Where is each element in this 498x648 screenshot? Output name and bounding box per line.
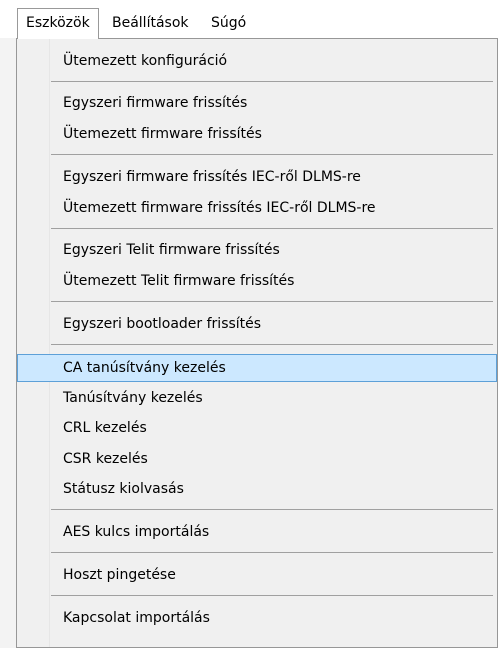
menu-item-csr-management[interactable]: CSR kezelés <box>17 445 497 473</box>
menu-item-scheduled-telit-firmware[interactable]: Ütemezett Telit firmware frissítés <box>17 267 497 295</box>
background-window-edge <box>0 38 17 648</box>
menu-separator <box>51 344 493 345</box>
menu-item-scheduled-firmware-update[interactable]: Ütemezett firmware frissítés <box>17 120 497 148</box>
menu-item-single-firmware-update[interactable]: Egyszeri firmware frissítés <box>17 89 497 117</box>
menu-separator <box>51 81 493 82</box>
menu-item-single-bootloader-update[interactable]: Egyszeri bootloader frissítés <box>17 310 497 338</box>
menu-beallitasok[interactable]: Beállítások <box>104 8 197 38</box>
menu-separator <box>51 509 493 510</box>
menu-separator <box>51 595 493 596</box>
menu-item-certificate-management[interactable]: Tanúsítvány kezelés <box>17 384 497 412</box>
menu-item-scheduled-firmware-iec-dlms[interactable]: Ütemezett firmware frissítés IEC-ről DLM… <box>17 194 497 222</box>
menu-item-single-telit-firmware[interactable]: Egyszeri Telit firmware frissítés <box>17 236 497 264</box>
menu-item-ca-certificate[interactable]: CA tanúsítvány kezelés <box>17 354 497 382</box>
menu-item-host-ping[interactable]: Hoszt pingetése <box>17 561 497 589</box>
menu-item-single-firmware-iec-dlms[interactable]: Egyszeri firmware frissítés IEC-ről DLMS… <box>17 163 497 191</box>
menu-item-status-read[interactable]: Státusz kiolvasás <box>17 475 497 503</box>
menu-item-connection-import[interactable]: Kapcsolat importálás <box>17 604 497 632</box>
menu-sugo[interactable]: Súgó <box>203 8 254 38</box>
menu-bar: Eszközök Beállítások Súgó <box>0 0 498 39</box>
menu-separator <box>51 301 493 302</box>
menu-separator <box>51 228 493 229</box>
menu-separator <box>51 154 493 155</box>
tools-dropdown-menu: Ütemezett konfiguráció Egyszeri firmware… <box>16 38 498 648</box>
menu-item-crl-management[interactable]: CRL kezelés <box>17 414 497 442</box>
menu-item-aes-key-import[interactable]: AES kulcs importálás <box>17 518 497 546</box>
menu-eszkozok[interactable]: Eszközök <box>17 8 99 39</box>
menu-separator <box>51 552 493 553</box>
menu-item-scheduled-config[interactable]: Ütemezett konfiguráció <box>17 47 497 75</box>
